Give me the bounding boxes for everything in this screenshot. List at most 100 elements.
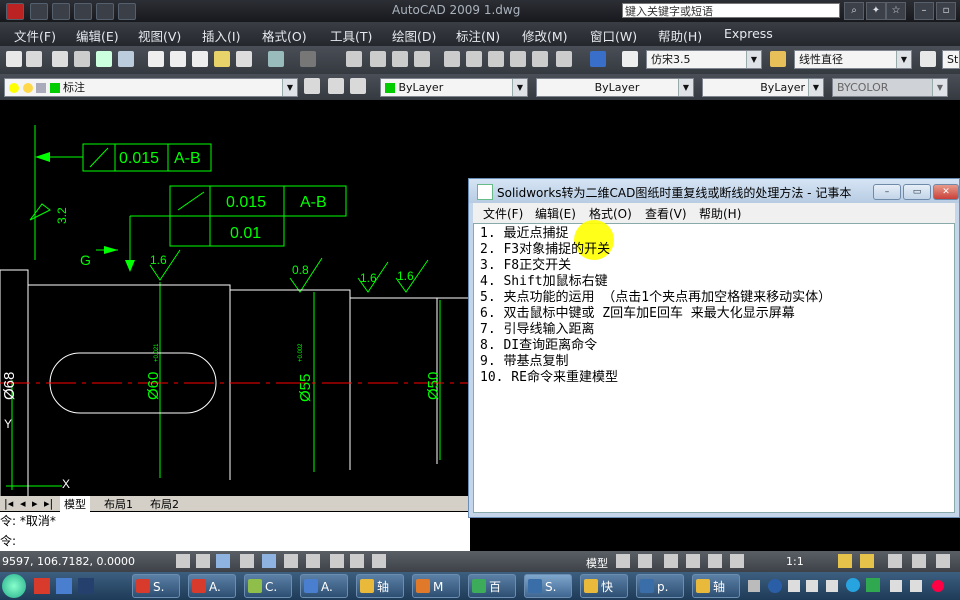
- autoscale-icon[interactable]: [860, 554, 874, 568]
- pan-status-icon[interactable]: [664, 554, 678, 568]
- tab-layout2[interactable]: 布局2: [146, 496, 183, 512]
- pin-tray-icon[interactable]: [788, 580, 800, 592]
- zoom-window-icon[interactable]: [392, 51, 408, 67]
- lock-icon[interactable]: [912, 554, 926, 568]
- color-combo[interactable]: ByLayer ▼: [380, 78, 528, 97]
- open-icon[interactable]: [52, 3, 70, 20]
- np-menu-file[interactable]: 文件(F): [483, 205, 523, 222]
- quickcalc-icon[interactable]: [556, 51, 572, 67]
- task-item[interactable]: A.: [300, 574, 348, 598]
- design-center-icon[interactable]: [466, 51, 482, 67]
- task-item[interactable]: 轴: [692, 574, 740, 598]
- showmotion-icon[interactable]: [730, 554, 744, 568]
- layer-previous-icon[interactable]: [350, 78, 366, 94]
- zoom-status-icon[interactable]: [686, 554, 700, 568]
- tab-model[interactable]: 模型: [60, 496, 90, 512]
- dim-style-icon[interactable]: [770, 51, 786, 67]
- dyn-icon[interactable]: [330, 554, 344, 568]
- help-icon[interactable]: [590, 51, 606, 67]
- lineweight-combo[interactable]: ByLayer ▼: [702, 78, 824, 97]
- ccleaner-tray-icon[interactable]: [846, 578, 860, 592]
- speaker-tray-icon[interactable]: [910, 580, 922, 592]
- flag-tray-icon[interactable]: [932, 580, 944, 592]
- menu-draw[interactable]: 绘图(D): [392, 26, 436, 45]
- search-icon[interactable]: ⌕: [844, 2, 864, 20]
- paste-icon[interactable]: [192, 51, 208, 67]
- layout-icon[interactable]: [616, 554, 630, 568]
- lineweight-icon[interactable]: [350, 554, 364, 568]
- solidworks-quicklaunch-icon[interactable]: [34, 578, 50, 594]
- menu-modify[interactable]: 修改(M): [522, 26, 568, 45]
- tab-layout1[interactable]: 布局1: [100, 496, 137, 512]
- notepad-window[interactable]: Solidworks转为二维CAD图纸时重复线或断线的处理方法 - 记事本 – …: [468, 178, 960, 518]
- tab-nav-last-icon[interactable]: ▸|: [44, 497, 53, 510]
- undo-arrow-icon[interactable]: [268, 51, 284, 67]
- minimize-button[interactable]: –: [873, 184, 901, 200]
- text-style-combo[interactable]: 仿宋3.5 ▼: [646, 50, 762, 69]
- save-file-icon[interactable]: [26, 51, 42, 67]
- task-item[interactable]: A.: [188, 574, 236, 598]
- star-icon[interactable]: ☆: [886, 2, 906, 20]
- table-style-combo[interactable]: Sta: [942, 50, 960, 69]
- task-item[interactable]: 快: [580, 574, 628, 598]
- np-menu-view[interactable]: 查看(V): [645, 205, 687, 222]
- maximize-button[interactable]: ▫: [936, 2, 956, 20]
- block-editor-icon[interactable]: [236, 51, 252, 67]
- print-icon[interactable]: [52, 51, 68, 67]
- make-current-icon[interactable]: [328, 78, 344, 94]
- ortho-icon[interactable]: [216, 554, 230, 568]
- workspace-icon[interactable]: [888, 554, 902, 568]
- help-tray-icon[interactable]: [768, 579, 782, 593]
- menu-dimension[interactable]: 标注(N): [456, 26, 500, 45]
- network-tray-icon[interactable]: [826, 580, 838, 592]
- sheet-set-icon[interactable]: [510, 51, 526, 67]
- match-properties-icon[interactable]: [214, 51, 230, 67]
- cut-icon[interactable]: [148, 51, 164, 67]
- monitor-tray-icon[interactable]: [890, 580, 902, 592]
- layer-combo[interactable]: 标注 ▼: [4, 78, 298, 97]
- tool-palettes-icon[interactable]: [488, 51, 504, 67]
- task-item[interactable]: 轴: [356, 574, 404, 598]
- maximize-button[interactable]: ▭: [903, 184, 931, 200]
- drawing-canvas[interactable]: 0.015 A-B 0.015 A-B 0.01 G 1.6 0.8 1.6 1…: [0, 100, 470, 496]
- autocad-logo-icon[interactable]: [6, 3, 24, 20]
- menu-insert[interactable]: 插入(I): [202, 26, 240, 45]
- layer-manager-icon[interactable]: [304, 78, 320, 94]
- print-icon[interactable]: [96, 3, 114, 20]
- ducs-icon[interactable]: [306, 554, 320, 568]
- quick-view-icon[interactable]: [638, 554, 652, 568]
- properties-icon[interactable]: [444, 51, 460, 67]
- grid-icon[interactable]: [196, 554, 210, 568]
- model-space-label[interactable]: 模型: [586, 555, 608, 571]
- quick-props-icon[interactable]: [372, 554, 386, 568]
- copy-icon[interactable]: [170, 51, 186, 67]
- undo-icon[interactable]: [118, 3, 136, 20]
- clean-screen-icon[interactable]: [936, 554, 950, 568]
- tab-nav-prev-icon[interactable]: ◂: [20, 497, 26, 510]
- pan-icon[interactable]: [346, 51, 362, 67]
- dim-style-combo[interactable]: 线性直径 ▼: [794, 50, 912, 69]
- keyboard-tray-icon[interactable]: [748, 580, 760, 592]
- task-item[interactable]: C.: [244, 574, 292, 598]
- task-item-active[interactable]: S.: [524, 574, 572, 598]
- zoom-realtime-icon[interactable]: [370, 51, 386, 67]
- new-icon[interactable]: [30, 3, 48, 20]
- task-item[interactable]: M: [412, 574, 460, 598]
- linetype-combo[interactable]: ByLayer ▼: [536, 78, 694, 97]
- plotstyle-combo[interactable]: BYCOLOR ▼: [832, 78, 948, 97]
- search-input[interactable]: 键入关键字或短语: [622, 3, 840, 18]
- tab-nav-first-icon[interactable]: |◂: [4, 497, 13, 510]
- communication-icon[interactable]: ✦: [866, 2, 886, 20]
- menu-help[interactable]: 帮助(H): [658, 26, 702, 45]
- redo-arrow-icon[interactable]: [300, 51, 316, 67]
- task-item[interactable]: 百: [468, 574, 516, 598]
- steering-wheel-icon[interactable]: [708, 554, 722, 568]
- menu-view[interactable]: 视图(V): [138, 26, 181, 45]
- np-menu-help[interactable]: 帮助(H): [699, 205, 741, 222]
- tab-nav-next-icon[interactable]: ▸: [32, 497, 38, 510]
- otrack-icon[interactable]: [284, 554, 298, 568]
- close-button[interactable]: ✕: [933, 184, 959, 200]
- notepad-title-bar[interactable]: Solidworks转为二维CAD图纸时重复线或断线的处理方法 - 记事本 – …: [469, 179, 959, 203]
- task-item[interactable]: p.: [636, 574, 684, 598]
- markup-icon[interactable]: [532, 51, 548, 67]
